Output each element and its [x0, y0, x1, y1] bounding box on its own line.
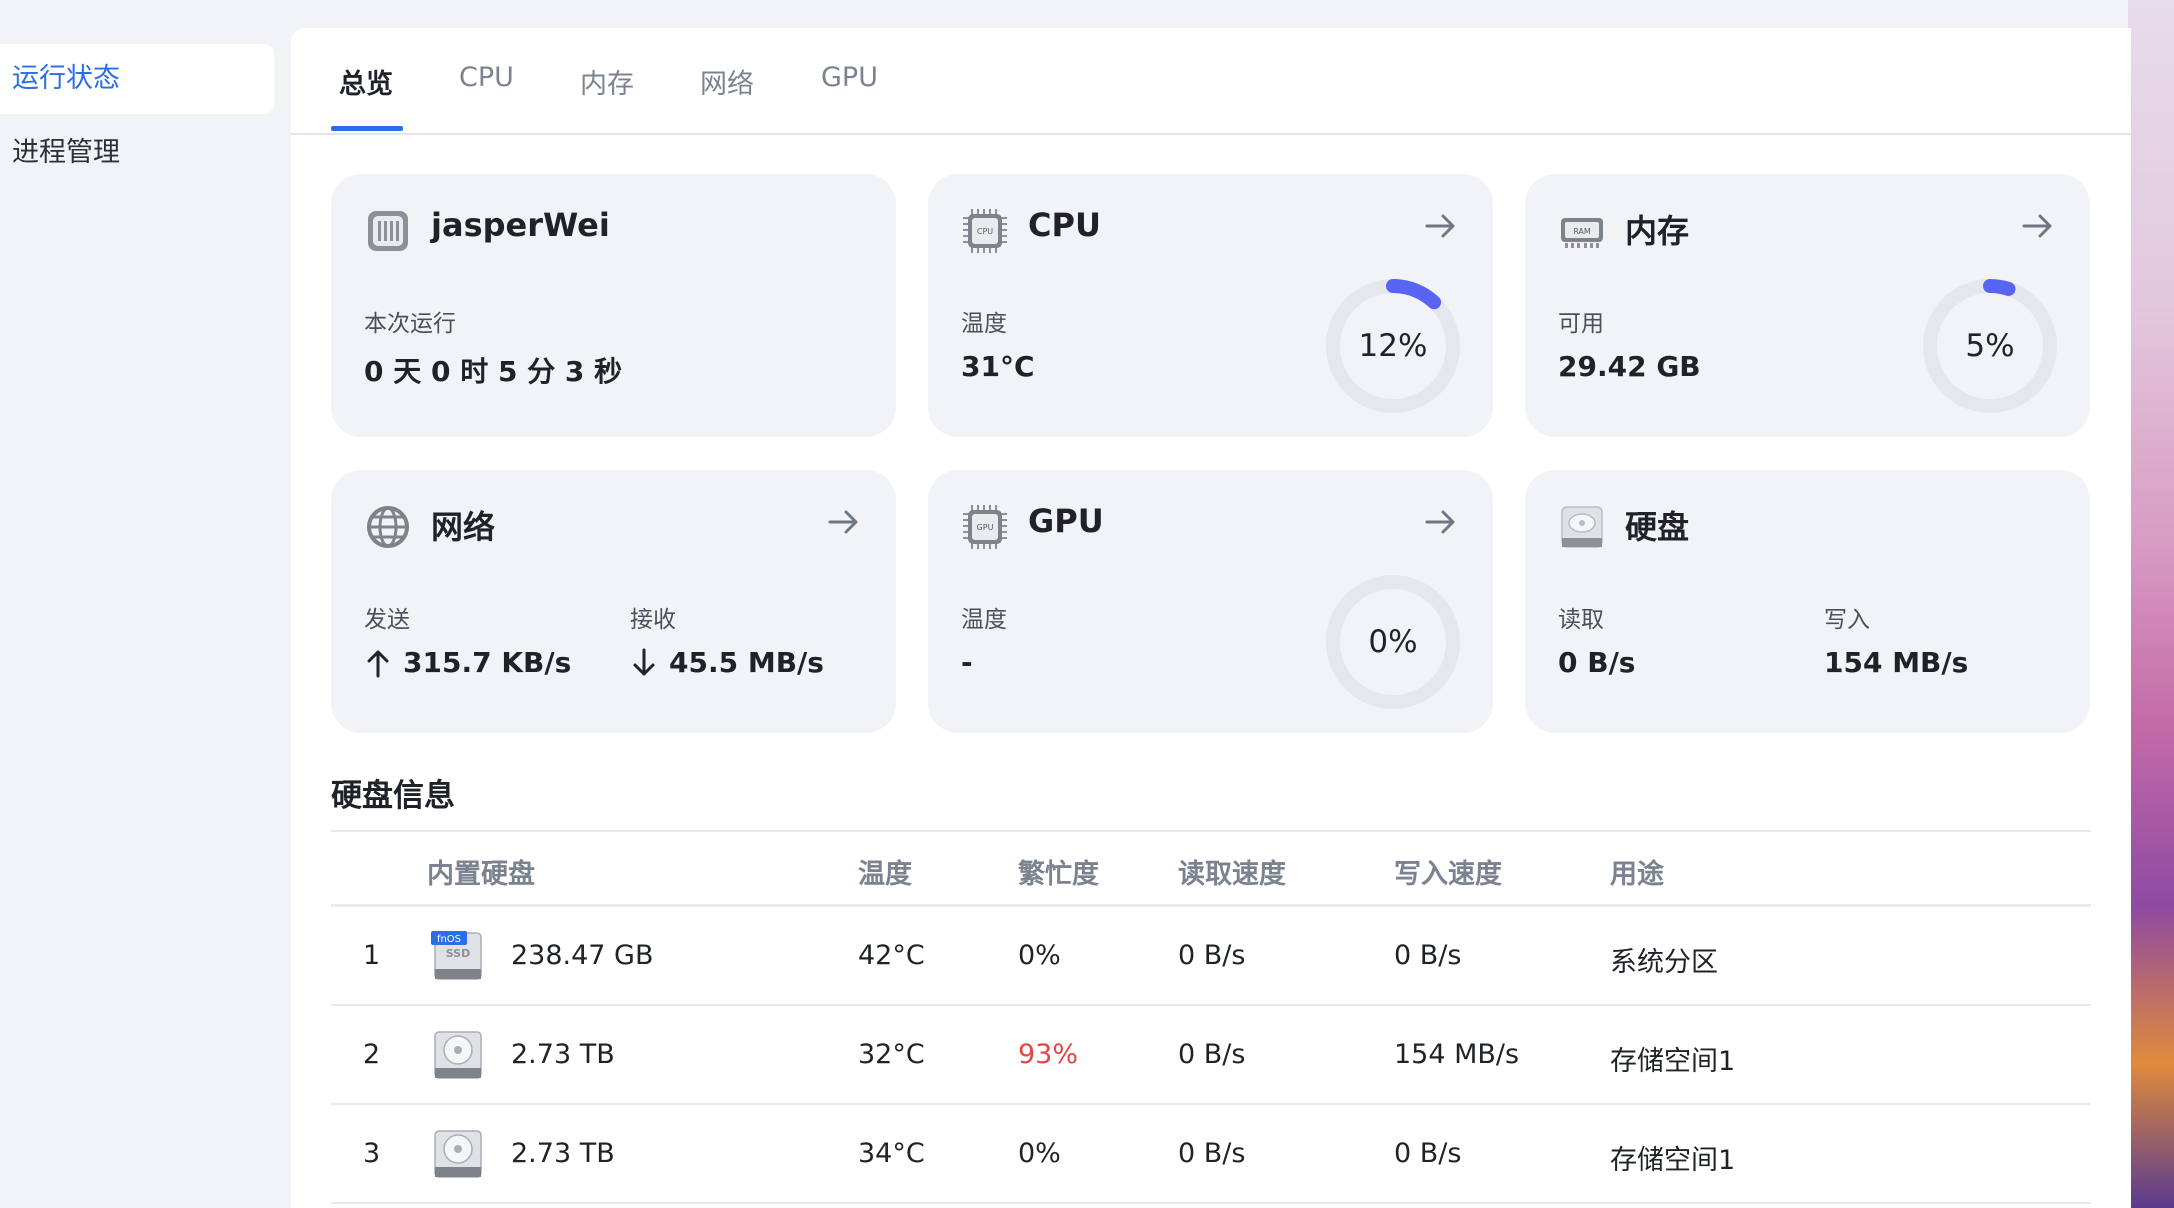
hdd-icon — [434, 1130, 482, 1178]
fnos-badge: fnOS — [437, 934, 461, 945]
column-header-write-speed: 写入速度 — [1394, 859, 1502, 890]
tab-memory[interactable]: 内存 — [580, 62, 634, 132]
network-receive-label: 接收 — [630, 607, 676, 633]
arrow-right-icon[interactable] — [824, 502, 864, 542]
uptime-value: 0 天 0 时 5 分 3 秒 — [364, 355, 623, 388]
table-row[interactable]: 2 2.73 TB 32°C 93% 0 B/s 154 MB/s 存储空间1 — [331, 1006, 2091, 1105]
cpu-card[interactable]: CPU CPU 温度 31°C 12% — [928, 174, 1493, 437]
cpu-temp-label: 温度 — [961, 311, 1007, 337]
gpu-temp-value: - — [961, 646, 973, 679]
disk-write-speed: 0 B/s — [1394, 940, 1462, 971]
globe-icon — [367, 506, 409, 548]
disk-info-title: 硬盘信息 — [331, 778, 455, 814]
gpu-usage-percent: 0% — [1368, 624, 1418, 660]
tab-bar: 总览 CPU 内存 网络 GPU — [291, 28, 2131, 135]
column-header-busy: 繁忙度 — [1018, 859, 1099, 890]
svg-text:RAM: RAM — [1573, 227, 1591, 236]
ssd-label: SSD — [446, 947, 470, 960]
disk-read-speed: 0 B/s — [1178, 1039, 1246, 1070]
cpu-temp-value: 31°C — [961, 350, 1035, 383]
active-tab-indicator — [331, 126, 403, 131]
disk-busy: 93% — [1018, 1039, 1079, 1070]
disk-size: 2.73 TB — [511, 1039, 615, 1070]
column-header-disk: 内置硬盘 — [427, 859, 535, 890]
tab-network[interactable]: 网络 — [700, 62, 754, 132]
sidebar-item-processes[interactable]: 进程管理 — [0, 118, 274, 188]
cpu-usage-percent: 12% — [1358, 328, 1428, 364]
memory-available-label: 可用 — [1558, 311, 1604, 337]
hdd-icon — [434, 1031, 482, 1079]
gpu-chip-icon: GPU — [963, 505, 1007, 549]
disk-busy: 0% — [1018, 1138, 1061, 1169]
table-row[interactable]: 1 SSD fnOS 238.47 GB 42°C 0% 0 B/s 0 B/s… — [331, 907, 2091, 1006]
disk-size: 238.47 GB — [511, 940, 654, 971]
network-send-label: 发送 — [364, 607, 410, 633]
arrow-down-icon — [633, 648, 655, 676]
row-index: 3 — [363, 1138, 381, 1169]
network-card[interactable]: 网络 发送 315.7 KB/s 接收 45.5 MB/s — [331, 470, 896, 733]
server-icon — [368, 211, 408, 251]
network-receive-value: 45.5 MB/s — [669, 646, 824, 679]
gpu-card-title: GPU — [1028, 502, 1104, 540]
tab-gpu[interactable]: GPU — [821, 62, 878, 132]
disk-size: 2.73 TB — [511, 1138, 615, 1169]
row-index: 2 — [363, 1039, 381, 1070]
column-header-temp: 温度 — [858, 859, 912, 890]
disk-temp: 34°C — [858, 1138, 925, 1169]
column-header-usage: 用途 — [1610, 859, 1664, 890]
tab-overview[interactable]: 总览 — [339, 62, 393, 132]
tab-cpu[interactable]: CPU — [459, 62, 514, 132]
disk-read-label: 读取 — [1558, 607, 1604, 633]
ram-icon: RAM — [1561, 218, 1603, 248]
disk-card-title: 硬盘 — [1625, 508, 1690, 546]
main-panel: 总览 CPU 内存 网络 GPU jasperWei 本次运行 0 天 0 时 … — [291, 28, 2131, 1208]
disk-usage: 存储空间1 — [1610, 1145, 1736, 1176]
disk-temp: 42°C — [858, 940, 925, 971]
row-index: 1 — [363, 940, 381, 971]
disk-write-speed: 0 B/s — [1394, 1138, 1462, 1169]
arrow-right-icon[interactable] — [1421, 206, 1461, 246]
arrow-right-icon[interactable] — [1421, 502, 1461, 542]
disk-card: 硬盘 读取 0 B/s 写入 154 MB/s — [1525, 470, 2090, 733]
table-header: 内置硬盘 温度 繁忙度 读取速度 写入速度 用途 — [331, 830, 2091, 907]
table-row[interactable]: 3 2.73 TB 34°C 0% 0 B/s 0 B/s 存储空间1 — [331, 1105, 2091, 1204]
disk-read-value: 0 B/s — [1558, 646, 1636, 679]
disk-read-speed: 0 B/s — [1178, 1138, 1246, 1169]
arrow-up-icon — [367, 650, 389, 678]
memory-available-value: 29.42 GB — [1558, 350, 1701, 383]
column-header-read-speed: 读取速度 — [1178, 859, 1286, 890]
disk-usage: 系统分区 — [1610, 947, 1718, 978]
device-name: jasperWei — [431, 206, 610, 244]
cpu-chip-icon: CPU — [963, 209, 1007, 253]
disk-temp: 32°C — [858, 1039, 925, 1070]
disk-write-value: 154 MB/s — [1824, 646, 1969, 679]
svg-text:CPU: CPU — [977, 227, 993, 236]
cpu-card-title: CPU — [1028, 206, 1101, 244]
ssd-icon: SSD fnOS — [431, 931, 482, 980]
memory-card-title: 内存 — [1625, 212, 1690, 250]
disk-usage: 存储空间1 — [1610, 1046, 1736, 1077]
network-send-value: 315.7 KB/s — [403, 646, 572, 679]
disk-busy: 0% — [1018, 940, 1061, 971]
memory-usage-percent: 5% — [1965, 328, 2015, 364]
gpu-card[interactable]: GPU GPU 温度 - 0% — [928, 470, 1493, 733]
disk-write-speed: 154 MB/s — [1394, 1039, 1520, 1070]
desktop-wallpaper — [2128, 0, 2174, 1208]
device-card: jasperWei 本次运行 0 天 0 时 5 分 3 秒 — [331, 174, 896, 437]
svg-text:GPU: GPU — [977, 523, 994, 532]
gpu-temp-label: 温度 — [961, 607, 1007, 633]
network-card-title: 网络 — [431, 508, 496, 546]
memory-card[interactable]: RAM 内存 可用 29.42 GB 5% — [1525, 174, 2090, 437]
sidebar-item-status[interactable]: 运行状态 — [0, 44, 274, 114]
disk-read-speed: 0 B/s — [1178, 940, 1246, 971]
disk-write-label: 写入 — [1824, 607, 1870, 633]
sidebar: 运行状态 进程管理 — [0, 0, 290, 1208]
hard-disk-icon — [1561, 506, 1603, 548]
uptime-label: 本次运行 — [364, 311, 456, 337]
arrow-right-icon[interactable] — [2018, 206, 2058, 246]
disk-info-table: 内置硬盘 温度 繁忙度 读取速度 写入速度 用途 1 SSD fnOS 238.… — [331, 830, 2091, 1204]
